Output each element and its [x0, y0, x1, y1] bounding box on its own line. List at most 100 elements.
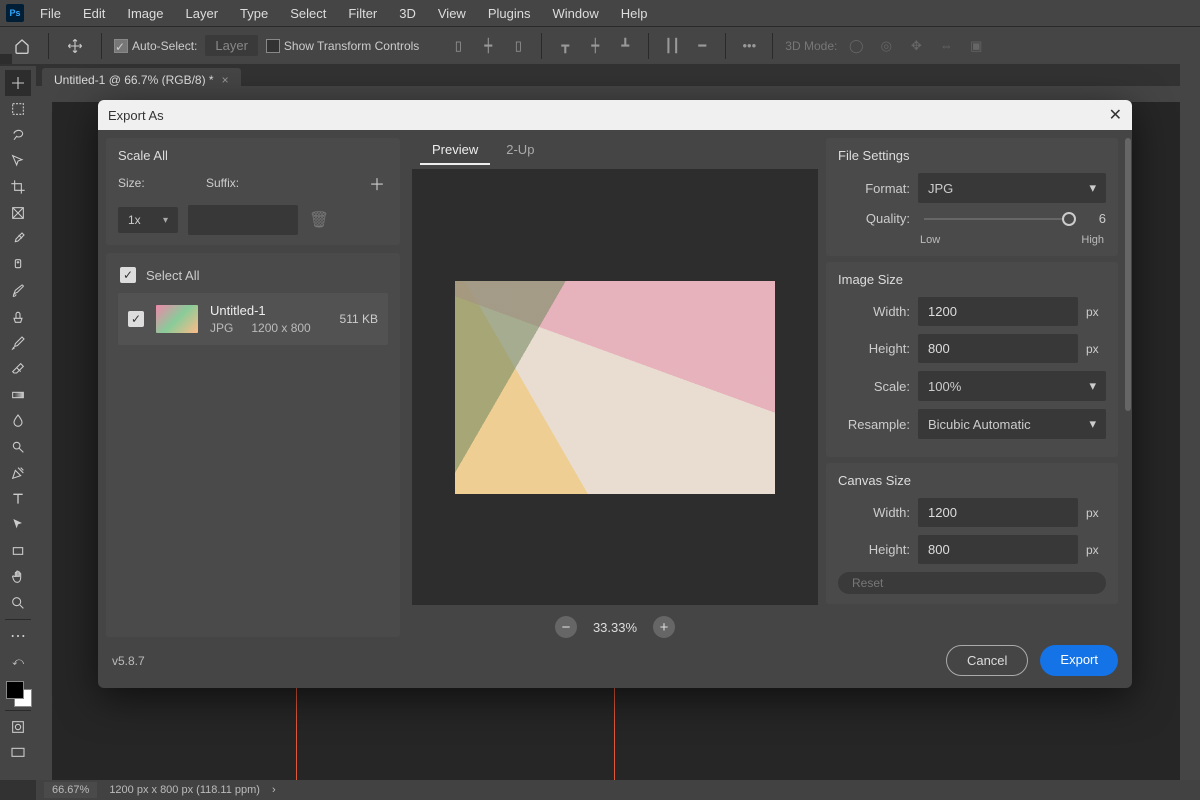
cv-width-input[interactable]: 1200	[918, 498, 1078, 527]
img-scale-dropdown[interactable]: 100%▾	[918, 371, 1106, 401]
add-scale-icon[interactable]: ＋	[366, 171, 388, 195]
swap-colors-icon[interactable]: ⤺	[5, 649, 31, 675]
gradient-tool[interactable]	[5, 382, 31, 408]
quick-mask-icon[interactable]	[5, 714, 31, 740]
asset-checkbox[interactable]: ✓	[128, 311, 144, 327]
menu-bar: Ps File Edit Image Layer Type Select Fil…	[0, 0, 1200, 26]
move-tool[interactable]	[5, 70, 31, 96]
align-center-h-icon[interactable]: ┿	[477, 35, 499, 57]
eyedropper-tool[interactable]	[5, 226, 31, 252]
ruler-vertical[interactable]	[36, 86, 52, 780]
img-height-input[interactable]: 800	[918, 334, 1078, 363]
brush-tool[interactable]	[5, 278, 31, 304]
distribute-h-icon[interactable]: ┃┃	[661, 35, 683, 57]
menu-help[interactable]: Help	[611, 2, 658, 25]
auto-select-target-dropdown[interactable]: Layer	[205, 35, 258, 56]
chevron-down-icon: ▾	[163, 215, 168, 226]
healing-brush-tool[interactable]	[5, 252, 31, 278]
status-zoom[interactable]: 66.67%	[44, 782, 97, 798]
delete-scale-icon[interactable]: 🗑	[308, 210, 330, 230]
status-doc-info[interactable]: 1200 px x 800 px (118.11 ppm)	[109, 784, 260, 796]
lasso-tool[interactable]	[5, 122, 31, 148]
edit-toolbar-icon[interactable]: ⋯	[5, 623, 31, 649]
3d-slide-icon: ⇔	[935, 35, 957, 57]
menu-type[interactable]: Type	[230, 2, 278, 25]
dodge-tool[interactable]	[5, 434, 31, 460]
quality-value: 6	[1090, 211, 1106, 226]
crop-tool[interactable]	[5, 174, 31, 200]
align-center-v-icon[interactable]: ┿	[584, 35, 606, 57]
home-icon[interactable]	[8, 32, 36, 60]
menu-3d[interactable]: 3D	[389, 2, 426, 25]
preview-viewport[interactable]	[412, 169, 818, 605]
asset-filesize: 511 KB	[340, 312, 378, 326]
menu-select[interactable]: Select	[280, 2, 336, 25]
align-bottom-icon[interactable]: ┻	[614, 35, 636, 57]
quick-select-tool[interactable]	[5, 148, 31, 174]
dialog-title: Export As	[108, 108, 164, 123]
resample-dropdown[interactable]: Bicubic Automatic▾	[918, 409, 1106, 439]
document-tab-title: Untitled-1 @ 66.7% (RGB/8) *	[54, 73, 214, 87]
more-options-icon[interactable]: •••	[738, 35, 760, 57]
scale-size-dropdown[interactable]: 1x▾	[118, 207, 178, 233]
align-right-icon[interactable]: ▯	[507, 35, 529, 57]
marquee-tool[interactable]	[5, 96, 31, 122]
type-tool[interactable]	[5, 486, 31, 512]
menu-edit[interactable]: Edit	[73, 2, 115, 25]
rectangle-tool[interactable]	[5, 538, 31, 564]
frame-tool[interactable]	[5, 200, 31, 226]
close-tab-icon[interactable]: ×	[222, 73, 229, 87]
dialog-titlebar[interactable]: Export As ✕	[98, 100, 1132, 130]
format-dropdown[interactable]: JPG▾	[918, 173, 1106, 203]
color-swatches[interactable]	[4, 679, 32, 707]
align-top-icon[interactable]: ┳	[554, 35, 576, 57]
cancel-button[interactable]: Cancel	[946, 645, 1028, 676]
menu-plugins[interactable]: Plugins	[478, 2, 541, 25]
dialog-close-icon[interactable]: ✕	[1109, 105, 1122, 125]
zoom-in-button[interactable]: +	[653, 616, 675, 638]
unit-px: px	[1086, 342, 1106, 356]
img-width-input[interactable]: 1200	[918, 297, 1078, 326]
menu-file[interactable]: File	[30, 2, 71, 25]
scale-suffix-input[interactable]	[188, 205, 298, 235]
move-tool-icon[interactable]	[61, 32, 89, 60]
menu-view[interactable]: View	[428, 2, 476, 25]
resample-label: Resample:	[838, 417, 910, 432]
menu-window[interactable]: Window	[542, 2, 608, 25]
cv-height-input[interactable]: 800	[918, 535, 1078, 564]
zoom-out-button[interactable]: −	[555, 616, 577, 638]
screen-mode-icon[interactable]	[5, 740, 31, 766]
pen-tool[interactable]	[5, 460, 31, 486]
export-button[interactable]: Export	[1040, 645, 1118, 676]
preview-tabs: Preview 2-Up	[412, 130, 818, 165]
align-left-icon[interactable]: ▯	[447, 35, 469, 57]
menu-filter[interactable]: Filter	[338, 2, 387, 25]
tab-2up[interactable]: 2-Up	[494, 136, 546, 165]
reset-button[interactable]: Reset	[838, 572, 1106, 594]
clone-stamp-tool[interactable]	[5, 304, 31, 330]
menu-image[interactable]: Image	[117, 2, 173, 25]
settings-scrollbar[interactable]	[1124, 138, 1132, 593]
path-select-tool[interactable]	[5, 512, 31, 538]
tab-preview[interactable]: Preview	[420, 136, 490, 165]
show-transform-toggle[interactable]: Show Transform Controls	[266, 39, 419, 53]
select-all-checkbox[interactable]: ✓	[120, 267, 136, 283]
zoom-level: 33.33%	[593, 620, 637, 635]
distribute-v-icon[interactable]: ━	[691, 35, 713, 57]
chevron-down-icon: ▾	[1089, 180, 1096, 196]
history-brush-tool[interactable]	[5, 330, 31, 356]
right-panel-strip[interactable]	[1180, 64, 1200, 780]
menu-layer[interactable]: Layer	[176, 2, 229, 25]
quality-slider[interactable]	[924, 218, 1076, 220]
slider-thumb-icon[interactable]	[1062, 212, 1076, 226]
zoom-tool[interactable]	[5, 590, 31, 616]
eraser-tool[interactable]	[5, 356, 31, 382]
preview-image	[455, 281, 775, 494]
blur-tool[interactable]	[5, 408, 31, 434]
panel-collapse-strip[interactable]	[0, 54, 12, 64]
status-caret-icon[interactable]: ›	[272, 784, 276, 796]
hand-tool[interactable]	[5, 564, 31, 590]
asset-row[interactable]: ✓ Untitled-1 JPG 1200 x 800 511 KB	[118, 293, 388, 345]
quality-low-label: Low	[920, 234, 940, 246]
auto-select-toggle[interactable]: ✓Auto-Select:	[114, 39, 197, 53]
